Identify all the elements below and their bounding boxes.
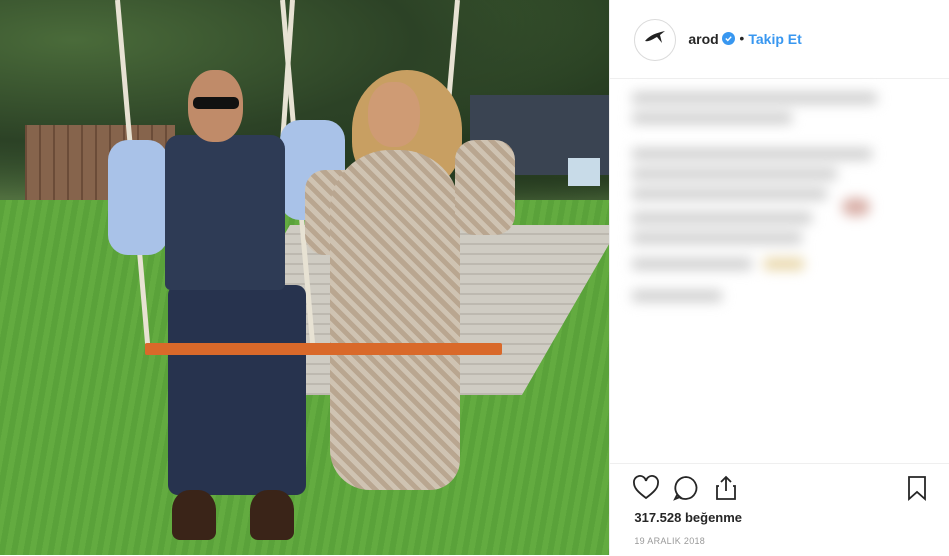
post-photo[interactable] [0,0,610,555]
man-sunglasses [193,97,239,109]
garden-box [568,158,600,186]
comment-icon[interactable] [672,474,700,502]
man-vest [165,135,285,290]
follow-button[interactable]: Takip Et [748,31,801,47]
woman-arm-right [455,140,515,235]
post-header: arod • Takip Et [610,0,949,79]
woman-face [368,82,420,147]
post-side-panel: arod • Takip Et 317.528 beğenme 19 ARALI… [609,0,949,555]
arod-logo-icon [642,25,668,56]
man-legs [168,285,306,495]
verified-badge-icon [722,32,736,45]
bookmark-icon[interactable] [903,474,931,502]
post-date[interactable]: 19 ARALIK 2018 [634,536,705,546]
avatar[interactable] [634,19,677,61]
likes-count[interactable]: 317.528 beğenme [634,510,742,525]
woman-dress [330,150,460,490]
separator-dot: • [739,30,745,46]
blurred-caption [632,90,932,310]
heart-icon[interactable] [632,474,660,502]
swing-seat [145,343,502,355]
username-link[interactable]: arod [688,31,718,47]
share-icon[interactable] [712,474,740,502]
man-shoe-right [250,490,294,540]
instagram-post: arod • Takip Et 317.528 beğenme 19 ARALI… [0,0,949,555]
post-actions: 317.528 beğenme 19 ARALIK 2018 [610,463,949,556]
man-shoe-left [172,490,216,540]
man-arm-left [108,140,168,255]
